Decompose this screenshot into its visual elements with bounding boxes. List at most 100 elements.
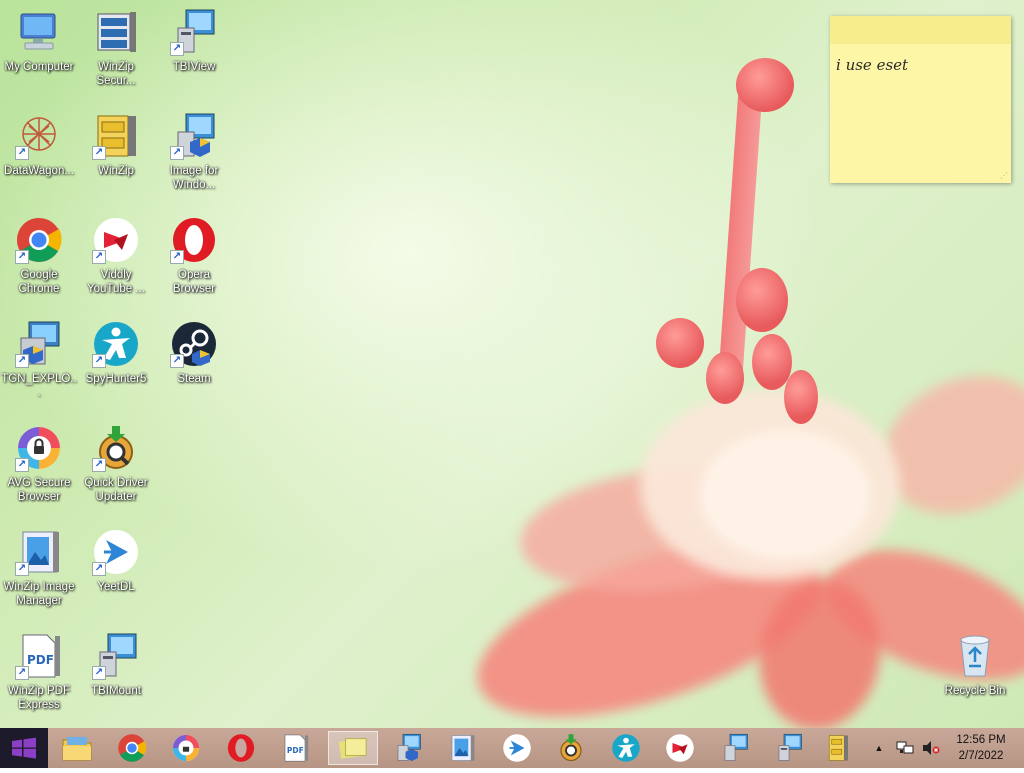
quick-driver-updater-icon <box>560 734 582 762</box>
computer-icon <box>15 8 63 56</box>
taskbar-tbimount[interactable] <box>767 731 811 765</box>
taskbar-image-for-windows[interactable] <box>386 731 430 765</box>
taskbar-file-explorer[interactable] <box>55 731 99 765</box>
taskbar-winzip-image-manager[interactable] <box>440 731 484 765</box>
show-hidden-icons-button[interactable]: ▲ <box>868 731 890 765</box>
sticky-note-text[interactable]: i use eset <box>830 44 1011 86</box>
spyhunter-icon <box>612 734 640 762</box>
opera-icon: ↗ <box>170 216 218 264</box>
yeetdl-icon: ↗ <box>92 528 140 576</box>
desktop-icon-tbiview[interactable]: ↗ TBIView <box>156 8 232 74</box>
taskbar-spyhunter[interactable] <box>604 731 648 765</box>
desktop-icon-steam[interactable]: ↗ Steam <box>156 320 232 386</box>
icon-label: TGN_EXPLO... <box>1 373 77 399</box>
viddly-icon <box>666 734 694 762</box>
windows-logo-icon <box>12 737 36 759</box>
network-tray-button[interactable] <box>892 731 918 765</box>
desktop-icon-winzip[interactable]: ↗ WinZip <box>78 112 154 178</box>
desktop-icon-winzip-pdf-express[interactable]: PDF ↗ WinZip PDF Express <box>1 632 77 712</box>
taskbar-viddly[interactable] <box>658 731 702 765</box>
icon-label: Recycle Bin <box>944 685 1006 697</box>
taskbar-avg-browser[interactable] <box>164 731 208 765</box>
desktop-icon-winzip-image-manager[interactable]: ↗ WinZip Image Manager <box>1 528 77 608</box>
icon-label: My Computer <box>4 61 74 73</box>
icon-label: YeetDL <box>97 581 135 593</box>
clock[interactable]: 12:56 PM 2/7/2022 <box>948 732 1014 764</box>
desktop-icon-spyhunter5[interactable]: ↗ SpyHunter5 <box>78 320 154 386</box>
desktop-icon-viddly[interactable]: ↗ Viddly YouTube ... <box>78 216 154 296</box>
shortcut-arrow-icon: ↗ <box>92 146 106 160</box>
start-button[interactable] <box>0 728 48 768</box>
shortcut-arrow-icon: ↗ <box>92 562 106 576</box>
taskbar-winzip-pdf[interactable]: PDF <box>273 731 317 765</box>
winzip-secure-icon <box>92 8 140 56</box>
avg-browser-icon <box>172 734 200 762</box>
winzip-pdf-icon: PDF <box>284 734 309 762</box>
desktop-icon-my-computer[interactable]: My Computer <box>1 8 77 74</box>
icon-label: Quick Driver Updater <box>84 477 148 503</box>
icon-label: SpyHunter5 <box>85 373 147 385</box>
desktop-icon-yeetdl[interactable]: ↗ YeetDL <box>78 528 154 594</box>
steam-icon: ↗ <box>170 320 218 368</box>
icon-label: WinZip <box>98 165 134 177</box>
chevron-up-icon: ▲ <box>874 743 884 753</box>
taskbar: PDF ▲ 12:56 PM 2/7/2022 <box>0 728 1024 768</box>
desktop-icon-tgn-explorer[interactable]: ↗ TGN_EXPLO... <box>1 320 77 400</box>
taskbar-tbiview[interactable] <box>713 731 757 765</box>
taskbar-yeetdl[interactable] <box>495 731 539 765</box>
shortcut-arrow-icon: ↗ <box>15 146 29 160</box>
avg-browser-icon: ↗ <box>15 424 63 472</box>
desktop-icon-google-chrome[interactable]: ↗ Google Chrome <box>1 216 77 296</box>
icon-label: Steam <box>177 373 211 385</box>
desktop-icon-datawagon[interactable]: ↗ DataWagon... <box>1 112 77 178</box>
desktop: My Computer ↗ DataWagon... ↗ Google Chro… <box>0 0 1024 728</box>
spyhunter-icon: ↗ <box>92 320 140 368</box>
shortcut-arrow-icon: ↗ <box>170 354 184 368</box>
viddly-icon: ↗ <box>92 216 140 264</box>
recycle-bin-icon <box>951 632 999 680</box>
yeetdl-icon <box>503 734 531 762</box>
icon-label: Opera Browser <box>172 269 216 295</box>
sticky-note-titlebar[interactable] <box>830 16 1011 44</box>
taskbar-quick-driver-updater[interactable] <box>549 731 593 765</box>
winzip-pdf-icon: PDF ↗ <box>15 632 63 680</box>
desktop-icon-recycle-bin[interactable]: Recycle Bin <box>937 632 1013 698</box>
shortcut-arrow-icon: ↗ <box>170 146 184 160</box>
clock-date: 2/7/2022 <box>958 750 1004 762</box>
icon-label: AVG Secure Browser <box>7 477 71 503</box>
icon-label: TBIMount <box>91 685 141 697</box>
desktop-icon-opera[interactable]: ↗ Opera Browser <box>156 216 232 296</box>
shortcut-arrow-icon: ↗ <box>15 250 29 264</box>
resize-grip-icon[interactable]: ⋰ <box>1000 171 1008 180</box>
tbiview-icon <box>724 733 748 761</box>
shortcut-arrow-icon: ↗ <box>15 666 29 680</box>
desktop-icon-avg-secure-browser[interactable]: ↗ AVG Secure Browser <box>1 424 77 504</box>
taskbar-sticky-notes[interactable] <box>328 731 378 765</box>
shortcut-arrow-icon: ↗ <box>15 354 29 368</box>
tbimount-icon <box>778 733 802 761</box>
image-for-windows-icon: ↗ <box>170 112 218 160</box>
taskbar-chrome[interactable] <box>110 731 154 765</box>
volume-muted-icon <box>923 741 940 755</box>
icon-label: TBIView <box>172 61 216 73</box>
sticky-note[interactable]: i use eset ⋰ <box>830 16 1011 183</box>
desktop-icon-tbimount[interactable]: ↗ TBIMount <box>78 632 154 698</box>
icon-label: Viddly YouTube ... <box>87 269 145 295</box>
volume-tray-button[interactable] <box>918 731 944 765</box>
chrome-icon: ↗ <box>15 216 63 264</box>
taskbar-opera[interactable] <box>219 731 263 765</box>
shortcut-arrow-icon: ↗ <box>92 458 106 472</box>
datawagon-icon: ↗ <box>15 112 63 160</box>
svg-text:PDF: PDF <box>287 746 304 755</box>
desktop-icon-winzip-secure[interactable]: WinZip Secur... <box>78 8 154 88</box>
desktop-icon-image-for-windows[interactable]: ↗ Image for Windo... <box>156 112 232 192</box>
icon-label: WinZip PDF Express <box>8 685 70 711</box>
sticky-notes-icon <box>338 738 367 759</box>
icon-label: DataWagon... <box>4 165 74 177</box>
tbiview-icon: ↗ <box>170 8 218 56</box>
taskbar-winzip[interactable] <box>816 731 860 765</box>
shortcut-arrow-icon: ↗ <box>92 250 106 264</box>
winzip-image-manager-icon <box>451 735 475 761</box>
shortcut-arrow-icon: ↗ <box>15 458 29 472</box>
desktop-icon-quick-driver-updater[interactable]: ↗ Quick Driver Updater <box>78 424 154 504</box>
